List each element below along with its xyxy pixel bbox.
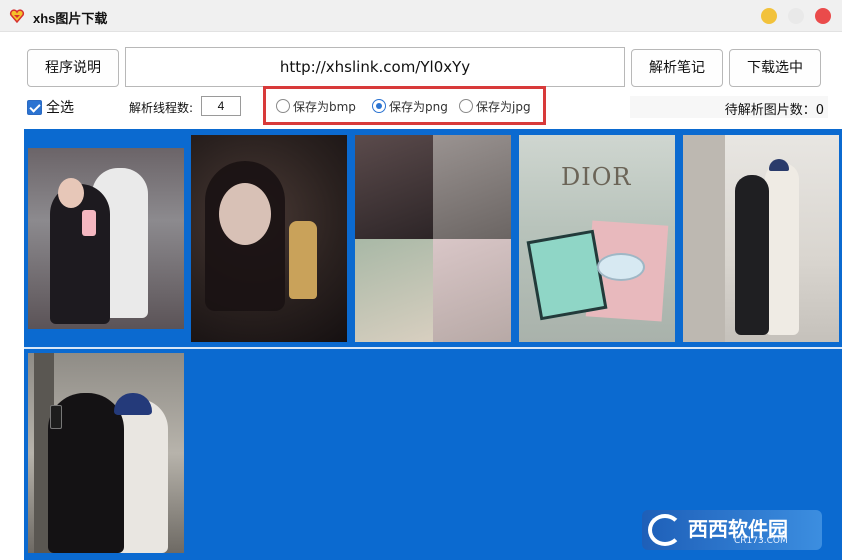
close-button[interactable] bbox=[815, 8, 831, 24]
photo-face bbox=[58, 178, 84, 208]
thumbnail-5[interactable] bbox=[683, 135, 839, 342]
thumbnail-6[interactable] bbox=[28, 353, 184, 553]
row-divider bbox=[24, 347, 842, 349]
title-bar: xhs图片下载 bbox=[0, 0, 842, 32]
watermark-c-icon bbox=[648, 514, 682, 546]
radio-png[interactable]: 保存为png bbox=[372, 98, 448, 114]
collage-tile bbox=[433, 135, 511, 239]
photo-bottle bbox=[289, 221, 317, 299]
photo-figure bbox=[765, 163, 799, 335]
radio-bmp[interactable]: 保存为bmp bbox=[276, 98, 356, 114]
thumbnail-2[interactable] bbox=[191, 135, 347, 342]
radio-bmp-label: 保存为bmp bbox=[293, 99, 356, 114]
format-radio-group: 保存为bmp 保存为png 保存为jpg bbox=[263, 86, 546, 125]
photo-box bbox=[526, 229, 608, 321]
select-all-label: 全选 bbox=[46, 100, 74, 116]
radio-png-label: 保存为png bbox=[389, 99, 448, 114]
parse-note-button[interactable]: 解析笔记 bbox=[631, 49, 723, 87]
photo-hat bbox=[114, 393, 152, 415]
maximize-button[interactable] bbox=[788, 8, 804, 24]
window-title: xhs图片下载 bbox=[33, 11, 108, 26]
app-heart-icon bbox=[9, 9, 25, 24]
pending-count-box: 待解析图片数：0 bbox=[630, 96, 828, 118]
threads-label: 解析线程数: bbox=[129, 101, 194, 115]
threads-input[interactable]: 4 bbox=[201, 96, 241, 116]
photo-phone bbox=[50, 405, 62, 429]
photo-brand-text: DIOR bbox=[561, 163, 632, 191]
photo-figure bbox=[50, 184, 110, 324]
radio-unchecked-icon[interactable] bbox=[459, 99, 473, 113]
thumbnail-1[interactable] bbox=[28, 148, 184, 329]
url-input[interactable]: http://xhslink.com/Yl0xYy bbox=[125, 47, 625, 87]
thumbnail-4[interactable]: DIOR bbox=[519, 135, 675, 342]
photo-plate bbox=[597, 253, 645, 281]
collage-tile bbox=[355, 135, 433, 239]
help-button[interactable]: 程序说明 bbox=[27, 49, 119, 87]
watermark-logo: 西西软件园 CR173.COM bbox=[642, 510, 822, 550]
photo-phone bbox=[82, 210, 96, 236]
minimize-button[interactable] bbox=[761, 8, 777, 24]
checkbox-checked-icon[interactable] bbox=[27, 99, 42, 115]
collage-tile bbox=[355, 239, 433, 342]
radio-checked-icon[interactable] bbox=[372, 99, 386, 113]
radio-unchecked-icon[interactable] bbox=[276, 99, 290, 113]
thumbnail-3[interactable] bbox=[355, 135, 511, 342]
select-all-checkbox[interactable]: 全选 bbox=[27, 97, 74, 117]
photo-face bbox=[219, 183, 271, 245]
radio-jpg-label: 保存为jpg bbox=[476, 99, 531, 114]
download-selected-button[interactable]: 下载选中 bbox=[729, 49, 821, 87]
watermark-subtext: CR173.COM bbox=[734, 536, 788, 546]
image-gallery[interactable]: DIOR bbox=[24, 129, 842, 560]
pending-count-label: 待解析图片数：0 bbox=[724, 103, 824, 118]
photo-figure bbox=[735, 175, 769, 335]
collage-tile bbox=[433, 239, 511, 342]
photo-door bbox=[683, 135, 725, 342]
photo-hat bbox=[769, 159, 789, 171]
radio-jpg[interactable]: 保存为jpg bbox=[459, 98, 531, 114]
